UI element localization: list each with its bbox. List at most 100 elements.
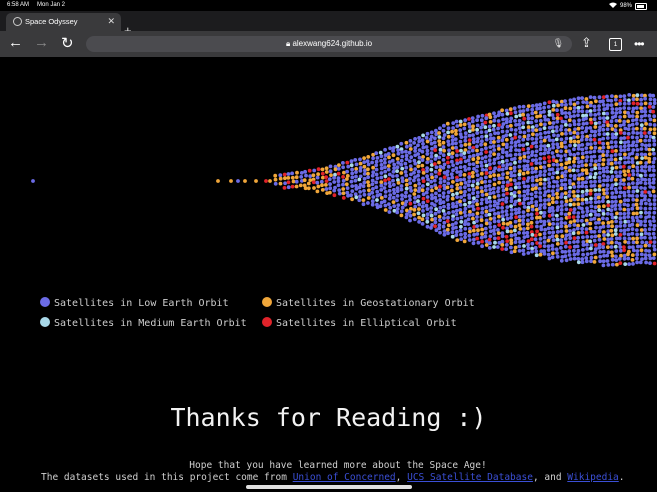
satellite-dot <box>298 183 303 188</box>
satellite-dot <box>500 112 505 117</box>
satellite-dot <box>585 188 589 193</box>
satellite-dot <box>517 152 522 157</box>
satellite-dot <box>521 218 525 223</box>
satellite-dot <box>408 201 413 206</box>
satellite-dot <box>512 178 517 183</box>
satellite-dot <box>383 190 388 194</box>
satellite-dot <box>408 159 412 163</box>
satellite-dot <box>635 236 639 241</box>
mic-icon[interactable]: 🎙︎ <box>553 38 564 49</box>
satellite-dot <box>597 104 601 108</box>
satellite-dot <box>630 231 635 236</box>
satellite-dot <box>475 185 480 190</box>
satellite-dot <box>517 231 521 235</box>
satellite-dot <box>631 118 635 123</box>
satellite-dot <box>542 151 547 156</box>
satellite-dot <box>525 230 530 235</box>
satellite-dot <box>643 190 648 194</box>
satellite-dot <box>572 207 577 212</box>
satellite-dot <box>429 179 434 184</box>
satellite-dot <box>459 224 463 229</box>
forward-icon[interactable]: → <box>34 34 49 51</box>
tabs-icon[interactable]: 1 <box>609 38 622 51</box>
satellite-dot <box>610 149 615 154</box>
satellite-dot <box>366 175 370 180</box>
satellite-dot <box>484 200 489 205</box>
satellite-dot <box>630 151 635 156</box>
satellite-dot <box>378 192 383 197</box>
back-icon[interactable]: ← <box>8 34 23 51</box>
satellite-dot <box>454 221 458 225</box>
satellite-dot <box>580 105 585 110</box>
share-icon[interactable]: ⇪ <box>581 35 592 51</box>
link-union-of-concerned[interactable]: Union of Concerned <box>293 472 396 483</box>
satellite-dot <box>615 262 619 267</box>
satellite-dot <box>459 220 464 224</box>
satellite-dot <box>530 136 535 141</box>
satellite-dot <box>324 183 328 187</box>
satellite-dot <box>652 235 657 240</box>
satellite-dot <box>547 209 552 214</box>
satellite-dot <box>639 235 644 240</box>
satellite-dot <box>631 248 636 253</box>
satellite-dot <box>496 152 501 157</box>
satellite-dot <box>572 252 577 257</box>
address-bar[interactable]: 🔒︎ alexwang624.github.io 🎙︎ <box>86 36 572 52</box>
satellite-dot <box>404 165 409 170</box>
reload-icon[interactable]: ↻ <box>61 34 74 52</box>
satellite-dot <box>442 220 447 225</box>
satellite-dot <box>559 200 564 205</box>
satellite-dot <box>484 205 489 210</box>
satellite-dot <box>497 214 501 219</box>
satellite-dot <box>580 126 585 130</box>
satellite-dot <box>387 181 392 185</box>
satellite-dot <box>413 183 418 188</box>
satellite-dot <box>564 169 568 174</box>
satellite-dot <box>517 122 522 127</box>
link-ucs-database[interactable]: UCS Satellite Database <box>407 472 533 483</box>
satellite-dot <box>512 156 517 161</box>
home-indicator[interactable] <box>246 485 412 489</box>
satellite-dot <box>647 143 652 148</box>
link-wikipedia[interactable]: Wikipedia <box>567 472 618 483</box>
satellite-dot <box>567 190 572 194</box>
satellite-dot <box>652 98 657 102</box>
satellite-dot <box>463 235 467 240</box>
satellite-dot <box>563 145 568 150</box>
satellite-dot <box>488 162 492 166</box>
satellite-dot <box>504 209 509 214</box>
satellite-dot <box>409 188 413 193</box>
satellite-dot <box>399 213 404 218</box>
satellite-dot <box>588 95 593 99</box>
satellite-dot <box>639 201 644 206</box>
satellite-dot <box>470 204 475 209</box>
satellite-dot <box>509 229 513 234</box>
satellite-dot <box>555 163 560 167</box>
satellite-dot <box>643 186 647 191</box>
satellite-dot <box>492 140 496 144</box>
tab-space-odyssey[interactable]: Space Odyssey ✕ <box>6 13 121 31</box>
satellite-dot <box>429 210 433 214</box>
more-icon[interactable]: ••• <box>634 37 645 51</box>
status-right: 98% <box>608 2 647 10</box>
satellite-dot <box>547 184 552 189</box>
satellite-dot <box>626 127 631 131</box>
satellite-dot <box>597 95 602 100</box>
satellite-dot <box>324 166 329 171</box>
satellite-dot <box>336 171 341 176</box>
satellite-dot <box>467 187 472 192</box>
satellite-dot <box>391 174 395 178</box>
satellite-dot <box>593 141 598 146</box>
close-icon[interactable]: ✕ <box>107 16 115 27</box>
satellite-dot <box>613 114 618 119</box>
satellite-dot <box>504 108 509 113</box>
satellite-dot <box>572 219 577 223</box>
satellite-dot <box>470 119 475 124</box>
satellite-dot <box>458 228 463 233</box>
satellite-dot <box>441 224 446 229</box>
satellite-dot <box>609 154 614 158</box>
satellite-dot <box>631 97 636 102</box>
satellite-dot <box>652 244 656 249</box>
satellite-dot <box>639 210 643 215</box>
satellite-dot <box>609 250 614 255</box>
